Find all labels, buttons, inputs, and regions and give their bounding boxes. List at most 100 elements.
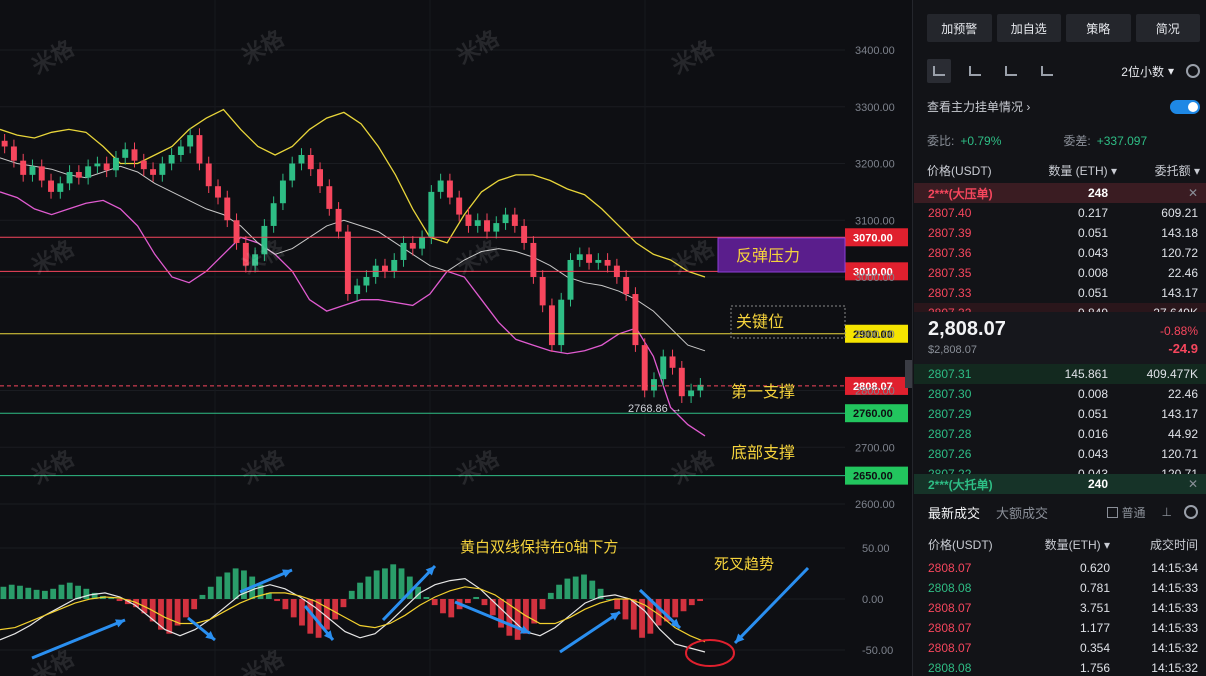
- bid-row[interactable]: 2807.28 0.016 44.92: [914, 424, 1206, 444]
- ratio-label: 委比:: [927, 134, 955, 148]
- order-qty: 0.217: [1077, 206, 1108, 220]
- macd-bar: [323, 599, 330, 630]
- trade-qty: 1.756: [1079, 661, 1110, 675]
- order-price: 2807.36: [928, 246, 972, 260]
- bid-row[interactable]: 2807.30 0.008 22.46: [914, 384, 1206, 404]
- close-icon[interactable]: ✕: [1108, 477, 1198, 491]
- orderbook-depth-icon[interactable]: [1035, 59, 1059, 83]
- candle-body: [595, 259, 602, 263]
- order-price: 2807.31: [928, 367, 972, 381]
- macd-bar: [614, 599, 621, 610]
- col-amount[interactable]: 委托额 ▾: [1117, 162, 1200, 179]
- orderbook-asks: 2***(大压单) 248 ✕ 2807.40 0.217 609.21 2807.3…: [914, 183, 1206, 323]
- add-alert-button[interactable]: 加预警: [927, 14, 992, 42]
- orderbook-both-icon[interactable]: [927, 59, 951, 83]
- big-sell-row[interactable]: 2***(大压单) 248 ✕: [914, 183, 1206, 203]
- big-buy-value: 240: [1087, 477, 1108, 491]
- candle-body: [567, 259, 574, 300]
- trades-list: 2808.07 0.620 14:15:34 2808.08 0.781 14:15:33…: [914, 558, 1206, 676]
- candle-body: [326, 186, 333, 209]
- trade-time: 14:15:33: [1151, 621, 1198, 635]
- macd-bar: [290, 599, 297, 618]
- trade-price: 2808.07: [928, 621, 972, 635]
- ratio-row: 委比: +0.79% 委差: +337.097: [927, 132, 1200, 149]
- trade-time: 14:15:32: [1151, 661, 1198, 675]
- normal-filter[interactable]: 普通 ⊥: [1106, 504, 1198, 521]
- t-col-qty[interactable]: 数量(ETH) ▾: [1028, 536, 1110, 553]
- ask-row[interactable]: 2807.36 0.043 120.72: [914, 243, 1206, 263]
- decimals-select[interactable]: 2位小数 ▾: [1121, 63, 1200, 80]
- tab-large-trades[interactable]: 大额成交: [996, 503, 1048, 522]
- candle-body: [678, 367, 685, 397]
- macd-bar: [431, 599, 438, 606]
- low-value-marker: 2768.86 →: [628, 403, 682, 415]
- main-orders-row[interactable]: 查看主力挂单情况 ›: [927, 98, 1200, 115]
- t-col-price: 价格(USDT): [928, 537, 993, 552]
- bid-row[interactable]: 2807.29 0.051 143.17: [914, 404, 1206, 424]
- order-amount: 44.92: [1167, 427, 1198, 441]
- macd-bar: [25, 587, 32, 599]
- macd-bar: [282, 599, 289, 610]
- macd-bar: [0, 586, 7, 599]
- trade-row: 2808.08 1.756 14:15:32: [914, 658, 1206, 676]
- macd-bar: [182, 599, 189, 618]
- order-price: 2807.35: [928, 266, 972, 280]
- col-amount-label: 委托额: [1154, 164, 1191, 178]
- col-qty[interactable]: 数量 (ETH) ▾: [1035, 162, 1117, 179]
- candle-body: [632, 294, 639, 346]
- bid-row[interactable]: 2807.31 145.861 409.477K: [914, 364, 1206, 384]
- macd-bar: [340, 599, 347, 608]
- add-watchlist-button[interactable]: 加自选: [996, 14, 1061, 42]
- ask-row[interactable]: 2807.35 0.008 22.46: [914, 263, 1206, 283]
- overview-button[interactable]: 简况: [1135, 14, 1200, 42]
- macd-bar: [348, 590, 355, 599]
- orderbook-asks-icon[interactable]: [999, 59, 1023, 83]
- last-price: 2,808.07: [928, 318, 1006, 340]
- big-buy-label: 2***(大托单): [928, 477, 993, 492]
- y-tick-label: 3100.00: [855, 215, 895, 227]
- candle-body: [502, 214, 509, 224]
- order-price: 2807.28: [928, 427, 972, 441]
- trade-time: 14:15:33: [1151, 601, 1198, 615]
- tab-latest-trades[interactable]: 最新成交: [928, 503, 980, 522]
- last-price-block: 2,808.07 -0.88% $2,808.07 -24.9: [914, 312, 1206, 364]
- order-qty: 0.051: [1077, 286, 1108, 300]
- candle-body: [511, 214, 518, 226]
- ask-row[interactable]: 2807.39 0.051 143.18: [914, 223, 1206, 243]
- macd-bar: [672, 599, 679, 618]
- ask-row[interactable]: 2807.33 0.051 143.17: [914, 283, 1206, 303]
- orderbook-bids-icon[interactable]: [963, 59, 987, 83]
- candle-body: [66, 172, 73, 184]
- gear-icon[interactable]: [1184, 505, 1198, 519]
- checkbox-icon[interactable]: [1106, 506, 1118, 518]
- main-orders-toggle[interactable]: [1170, 99, 1200, 114]
- candle-body: [131, 149, 138, 161]
- bid-row[interactable]: 2807.26 0.043 120.71: [914, 444, 1206, 464]
- gear-icon[interactable]: [1186, 64, 1200, 78]
- order-amount: 120.72: [1161, 246, 1198, 260]
- filter-icon[interactable]: ⊥: [1162, 505, 1172, 519]
- macd-bar: [207, 586, 214, 599]
- ask-row[interactable]: 2807.40 0.217 609.21: [914, 203, 1206, 223]
- strategy-button[interactable]: 策略: [1066, 14, 1131, 42]
- candle-body: [10, 146, 17, 161]
- big-buy-row[interactable]: 2***(大托单) 240 ✕: [914, 474, 1206, 494]
- trade-qty: 0.354: [1079, 641, 1110, 655]
- macd-bar: [166, 599, 173, 634]
- macd-bar: [8, 584, 15, 599]
- macd-bar: [224, 572, 231, 599]
- candle-body: [530, 242, 537, 277]
- trades-tabs: 最新成交 大额成交 普通 ⊥: [914, 500, 1206, 524]
- candle-body: [20, 160, 27, 175]
- y-tick-label: 3300.00: [855, 102, 895, 114]
- macd-bar: [274, 599, 281, 602]
- macd-bar: [547, 592, 554, 599]
- macd-bar: [41, 590, 48, 599]
- close-icon[interactable]: ✕: [1108, 186, 1198, 200]
- candle-body: [298, 154, 305, 164]
- candle-body: [215, 186, 221, 198]
- order-price: 2807.40: [928, 206, 972, 220]
- candle-body: [558, 299, 565, 346]
- candle-body: [539, 277, 546, 306]
- price-chart[interactable]: 3070.003010.002900.002808.072760.002650.…: [0, 0, 912, 676]
